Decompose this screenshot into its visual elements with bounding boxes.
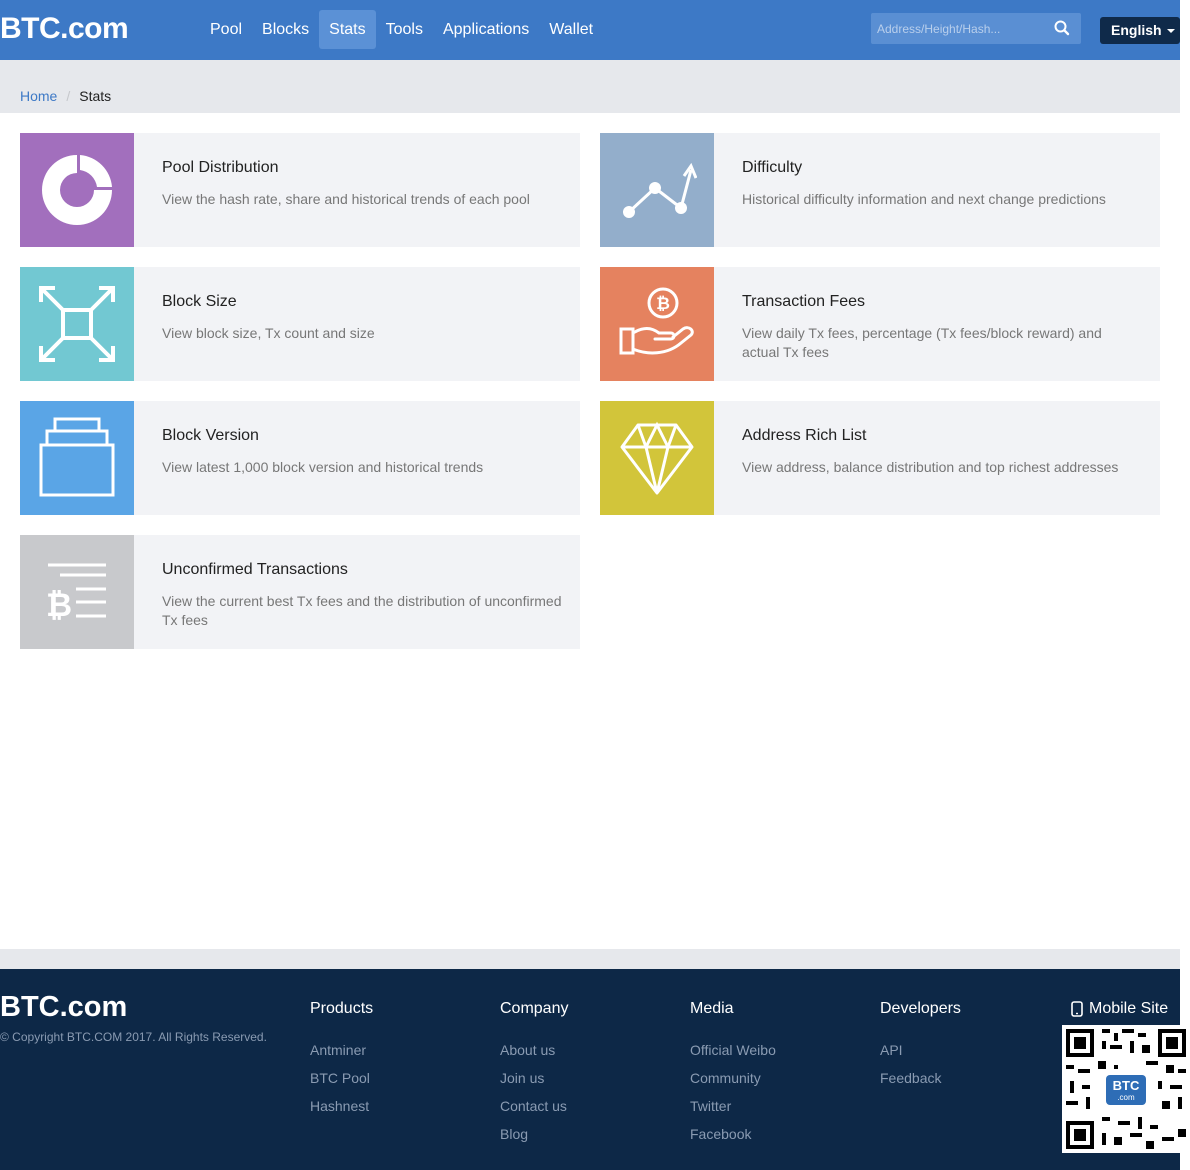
card-icon-box: ₿ [20,535,134,649]
card-pool-distribution[interactable]: Pool Distribution View the hash rate, sh… [20,133,580,247]
card-title: Unconfirmed Transactions [162,561,348,578]
card-title: Address Rich List [742,427,867,444]
card-description: View daily Tx fees, percentage (Tx fees/… [742,325,1102,360]
search-input[interactable] [877,13,1047,44]
search-icon[interactable] [1053,19,1071,37]
content-bottom-band [0,949,1180,969]
qr-code: BTC .com [1062,1025,1190,1153]
svg-text:₿: ₿ [46,587,72,622]
card-block-size[interactable]: Block Size View block size, Tx count and… [20,267,580,381]
card-title: Pool Distribution [162,159,279,176]
site-logo[interactable]: BTC.com [0,12,129,46]
card-address-rich-list[interactable]: Address Rich List View address, balance … [600,401,1160,515]
footer-col-products: Products Antminer BTC Pool Hashnest [310,1000,373,1120]
hand-bitcoin-icon: ₿ [619,287,694,355]
footer-link-btc-pool[interactable]: BTC Pool [310,1064,373,1092]
footer-link-twitter[interactable]: Twitter [690,1092,776,1120]
breadcrumb-band: Home / Stats [0,60,1180,113]
main-content: Pool Distribution View the hash rate, sh… [0,113,1180,949]
bitcoin-list-icon: ₿ [46,563,106,622]
nav-pool[interactable]: Pool [200,10,252,49]
card-difficulty[interactable]: Difficulty Historical difficulty informa… [600,133,1160,247]
footer-col-title: Developers [880,1000,961,1017]
footer-link-community[interactable]: Community [690,1064,776,1092]
footer-link-facebook[interactable]: Facebook [690,1120,776,1148]
card-title: Block Size [162,293,237,310]
card-description: View latest 1,000 block version and hist… [162,459,484,475]
smartphone-icon [1071,1001,1083,1017]
card-unconfirmed-transactions[interactable]: ₿ Unconfirmed Transactions View the curr… [20,535,580,649]
footer-logo[interactable]: BTC.com [0,991,127,1024]
footer-col-company: Company About us Join us Contact us Blog [500,1000,568,1148]
qr-badge-sub: .com [1117,1093,1135,1102]
nav-stats[interactable]: Stats [319,10,376,49]
card-icon-box [20,133,134,247]
footer-col-title: Products [310,1000,374,1017]
footer-link-contact-us[interactable]: Contact us [500,1092,568,1120]
card-icon-box [600,401,714,515]
card-description: View address, balance distribution and t… [742,459,1119,475]
breadcrumb-home[interactable]: Home [20,88,57,104]
language-dropdown[interactable]: English [1100,17,1180,44]
breadcrumb-separator: / [66,88,71,104]
breadcrumb: Home / Stats [20,88,111,104]
footer-link-join-us[interactable]: Join us [500,1064,568,1092]
footer-col-title: Company [500,1000,569,1017]
card-title: Difficulty [742,159,803,176]
nav-applications[interactable]: Applications [433,10,539,49]
search-box [871,13,1081,44]
footer-col-media: Media Official Weibo Community Twitter F… [690,1000,776,1148]
nav-tools[interactable]: Tools [376,10,433,49]
footer-copyright: © Copyright BTC.COM 2017. All Rights Res… [0,1030,267,1044]
top-navbar: BTC.com Pool Blocks Stats Tools Applicat… [0,0,1180,60]
nav-blocks[interactable]: Blocks [252,10,319,49]
nav-wallet[interactable]: Wallet [539,10,603,49]
qr-badge-text: BTC [1112,1078,1140,1093]
footer: BTC.com © Copyright BTC.COM 2017. All Ri… [0,969,1190,1170]
pie-chart-icon [42,155,112,225]
footer-link-antminer[interactable]: Antminer [310,1036,373,1064]
mobile-site-label: Mobile Site [1089,1000,1169,1017]
main-nav: Pool Blocks Stats Tools Applications Wal… [200,10,603,49]
card-title: Block Version [162,427,259,444]
chevron-down-icon [1166,29,1175,34]
card-icon-box [20,401,134,515]
card-title: Transaction Fees [742,293,866,310]
stacked-layers-icon [39,417,115,497]
card-icon-box: ₿ [600,267,714,381]
footer-link-about-us[interactable]: About us [500,1036,568,1064]
card-description: Historical difficulty information and ne… [742,191,1106,207]
footer-link-feedback[interactable]: Feedback [880,1064,961,1092]
card-description: View block size, Tx count and size [162,325,375,341]
card-icon-box [600,133,714,247]
svg-text:₿: ₿ [656,294,670,313]
card-description: View the current best Tx fees and the di… [162,593,562,628]
diamond-icon [620,421,694,495]
footer-col-title: Media [690,1000,734,1017]
trend-line-icon [623,162,697,218]
footer-link-official-weibo[interactable]: Official Weibo [690,1036,776,1064]
card-transaction-fees[interactable]: ₿ Transaction Fees View daily Tx fees, p… [600,267,1160,381]
card-description: View the hash rate, share and historical… [162,191,530,207]
footer-link-blog[interactable]: Blog [500,1120,568,1148]
card-block-version[interactable]: Block Version View latest 1,000 block ve… [20,401,580,515]
footer-col-developers: Developers API Feedback [880,1000,961,1092]
language-label: English [1111,22,1162,38]
expand-arrows-icon [39,286,115,362]
footer-link-hashnest[interactable]: Hashnest [310,1092,373,1120]
mobile-site-link[interactable]: Mobile Site [1071,1000,1168,1018]
breadcrumb-current: Stats [79,88,112,104]
footer-link-api[interactable]: API [880,1036,961,1064]
card-icon-box [20,267,134,381]
